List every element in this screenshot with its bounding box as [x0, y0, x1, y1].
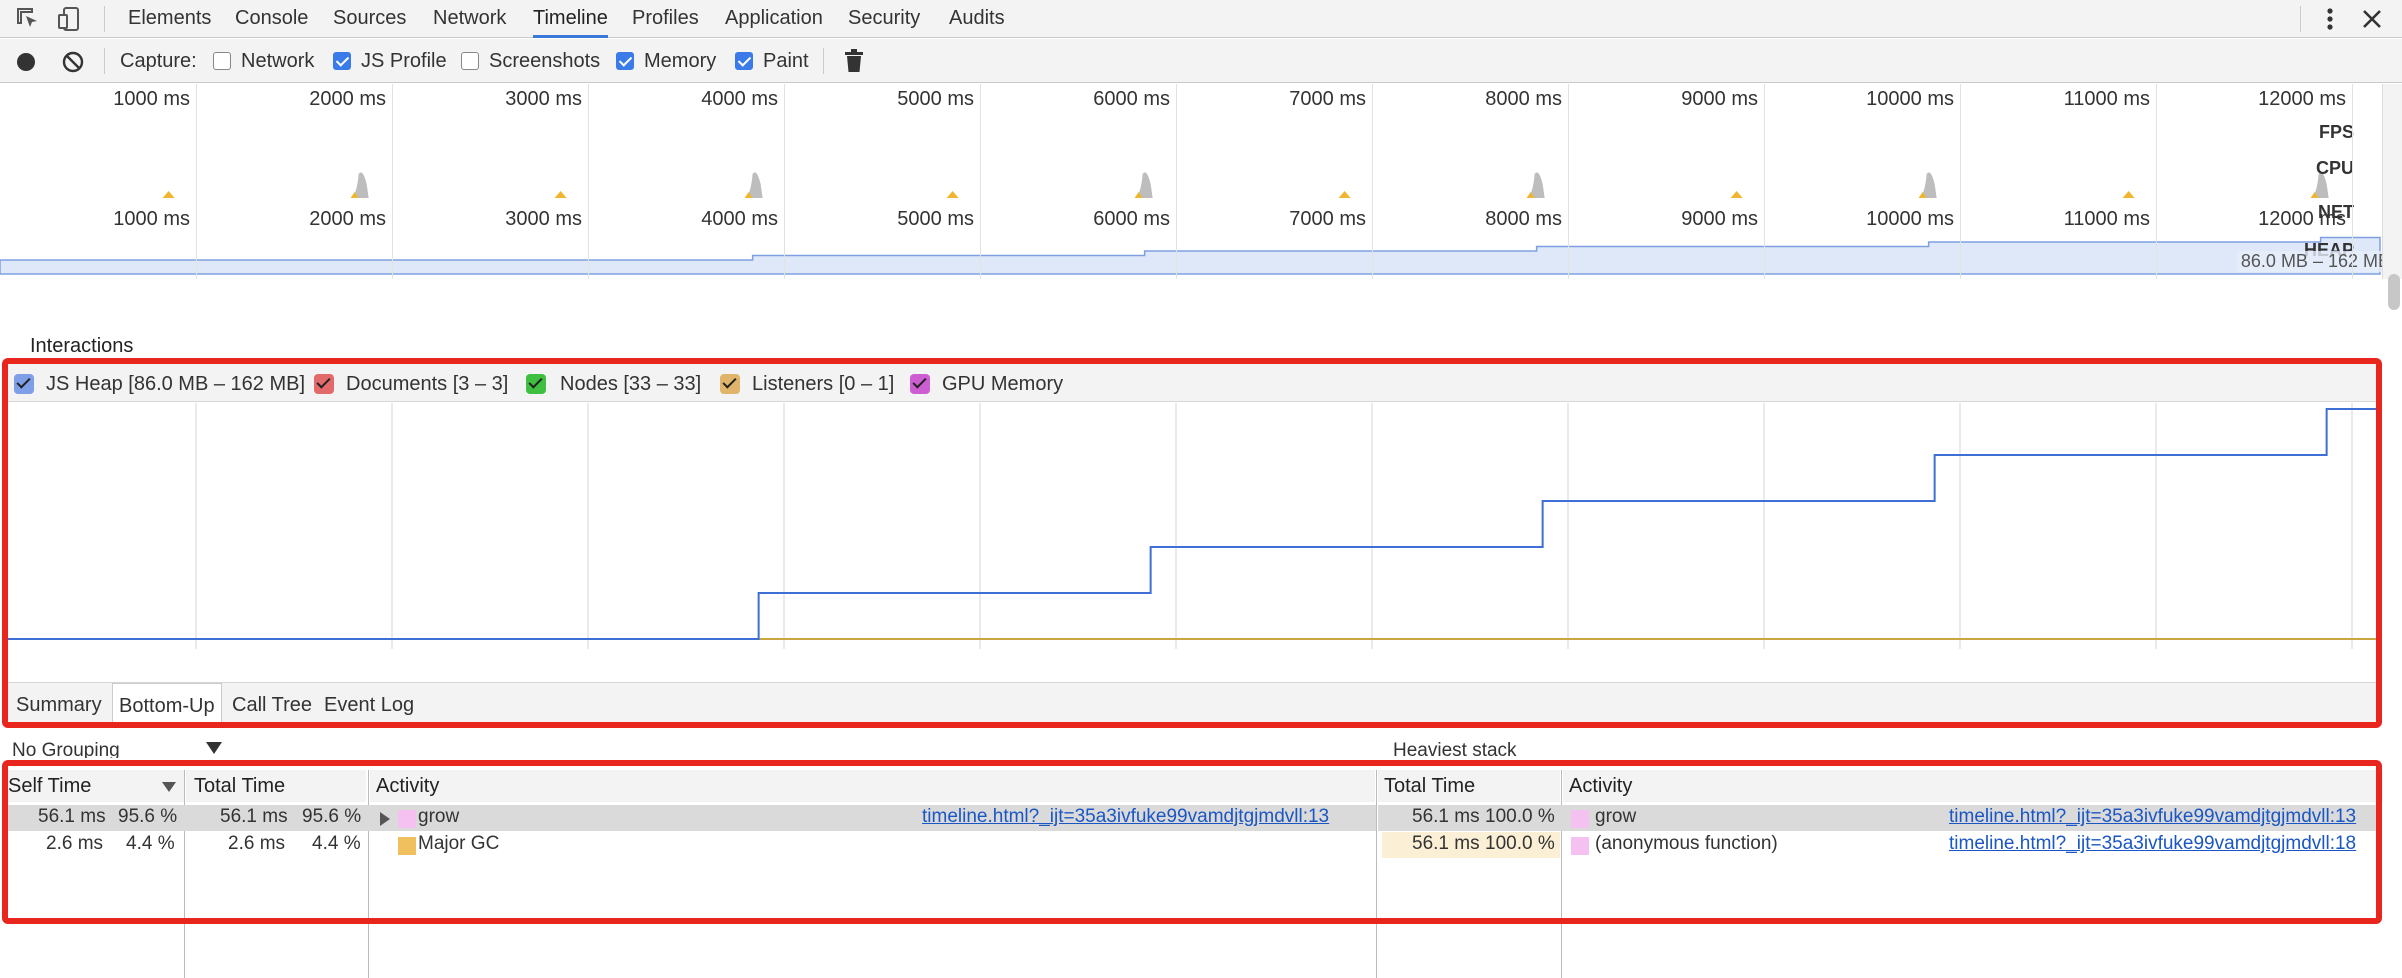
capture-label: Capture: [120, 50, 197, 72]
overview-gridline [1764, 84, 1765, 279]
tab-audits[interactable]: Audits [949, 0, 1005, 38]
cpu-marker [2122, 191, 2135, 198]
overview-tick-bottom: 5000 ms [897, 208, 974, 230]
overview-scrollbar[interactable] [2382, 84, 2402, 279]
cpu-marker [554, 191, 567, 198]
overview-tick-top: 5000 ms [897, 88, 974, 110]
more-options-icon[interactable] [2318, 4, 2342, 34]
tab-sources[interactable]: Sources [333, 0, 406, 38]
overview-tick-bottom: 11000 ms [2063, 208, 2150, 230]
overview-tick-bottom: 12000 ms [2258, 208, 2346, 230]
record-icon[interactable] [15, 51, 37, 73]
timeline-overview[interactable]: FPS CPU NET HEAP 86.0 MB – 162 MB 1000 m… [0, 84, 2402, 310]
overview-gridline [1176, 84, 1177, 279]
js-profile-checkbox-label[interactable]: JS Profile [361, 50, 447, 73]
close-icon[interactable] [2360, 7, 2384, 31]
tab-network[interactable]: Network [433, 0, 506, 38]
overview-gridline [784, 84, 785, 279]
tab-application[interactable]: Application [725, 0, 823, 38]
cpu-marker [1730, 191, 1743, 198]
overview-tick-top: 10000 ms [1866, 88, 1954, 110]
tab-profiles[interactable]: Profiles [632, 0, 699, 38]
overview-tick-top: 1000 ms [113, 88, 190, 110]
trash-icon[interactable] [843, 49, 865, 73]
overview-tick-top: 8000 ms [1485, 88, 1562, 110]
overview-tick-top: 11000 ms [2063, 88, 2150, 110]
tab-elements[interactable]: Elements [128, 0, 211, 38]
overview-tick-bottom: 4000 ms [701, 208, 778, 230]
overview-tick-top: 12000 ms [2258, 88, 2346, 110]
screenshots-checkbox[interactable] [461, 52, 479, 70]
overview-tick-top: 4000 ms [701, 88, 778, 110]
grouping-select[interactable]: No Grouping [12, 740, 120, 758]
heap-range-label: 86.0 MB – 162 MB [2236, 251, 2394, 272]
heaviest-stack-label: Heaviest stack [1393, 740, 1517, 758]
js-profile-checkbox[interactable] [333, 52, 351, 70]
overview-tick-bottom: 2000 ms [309, 208, 386, 230]
clear-icon[interactable] [61, 50, 85, 74]
tab-security[interactable]: Security [848, 0, 920, 38]
overview-tick-bottom: 9000 ms [1681, 208, 1758, 230]
highlight-box-memory [2, 358, 2382, 728]
cpu-track-label: CPU [2315, 158, 2354, 178]
memory-checkbox-label[interactable]: Memory [644, 50, 716, 73]
interactions-label: Interactions [30, 335, 134, 357]
overview-tick-bottom: 8000 ms [1485, 208, 1562, 230]
cpu-marker [1338, 191, 1351, 198]
overview-tick-bottom: 3000 ms [505, 208, 582, 230]
overview-gridline [588, 84, 589, 279]
paint-checkbox-label[interactable]: Paint [763, 50, 809, 73]
overview-tick-top: 2000 ms [309, 88, 386, 110]
overview-gridline [2156, 84, 2157, 279]
devtools-tab-bar: Elements Console Sources Network Timelin… [0, 0, 2402, 38]
dropdown-arrow-icon[interactable] [206, 742, 222, 754]
scrollbar-thumb[interactable] [2388, 274, 2400, 310]
tab-console[interactable]: Console [235, 0, 308, 38]
toolbar-separator [104, 6, 105, 32]
toolbar-separator [2300, 6, 2301, 32]
toolbar-separator [104, 48, 105, 74]
overview-tick-top: 6000 ms [1093, 88, 1170, 110]
network-checkbox[interactable] [213, 52, 231, 70]
device-toolbar-icon[interactable] [56, 5, 84, 33]
highlight-box-bottom-up [2, 760, 2382, 924]
network-checkbox-label[interactable]: Network [241, 50, 314, 73]
overview-gridline [196, 84, 197, 279]
overview-gridline [1568, 84, 1569, 279]
grouping-bar: No Grouping Heaviest stack [0, 732, 2402, 758]
overview-gridline [392, 84, 393, 279]
overview-gridline [2352, 84, 2353, 279]
overview-graph [0, 172, 2381, 275]
overview-tick-bottom: 1000 ms [113, 208, 190, 230]
overview-tick-bottom: 10000 ms [1866, 208, 1954, 230]
overview-gridline [1372, 84, 1373, 279]
fps-track-label: FPS [2318, 122, 2354, 142]
overview-tick-top: 3000 ms [505, 88, 582, 110]
overview-tick-bottom: 6000 ms [1093, 208, 1170, 230]
memory-checkbox[interactable] [616, 52, 634, 70]
capture-toolbar: Capture: Network JS Profile Screenshots … [0, 39, 2402, 83]
toolbar-separator [823, 48, 824, 74]
inspect-element-icon[interactable] [14, 5, 42, 33]
paint-checkbox[interactable] [735, 52, 753, 70]
heap-area [0, 236, 2381, 275]
screenshots-checkbox-label[interactable]: Screenshots [489, 50, 600, 73]
overview-tick-top: 9000 ms [1681, 88, 1758, 110]
cpu-marker [946, 191, 959, 198]
overview-tick-bottom: 7000 ms [1289, 208, 1366, 230]
cpu-marker [162, 191, 175, 198]
tab-timeline[interactable]: Timeline [533, 0, 608, 38]
overview-tick-top: 7000 ms [1289, 88, 1366, 110]
overview-gridline [980, 84, 981, 279]
overview-gridline [1960, 84, 1961, 279]
